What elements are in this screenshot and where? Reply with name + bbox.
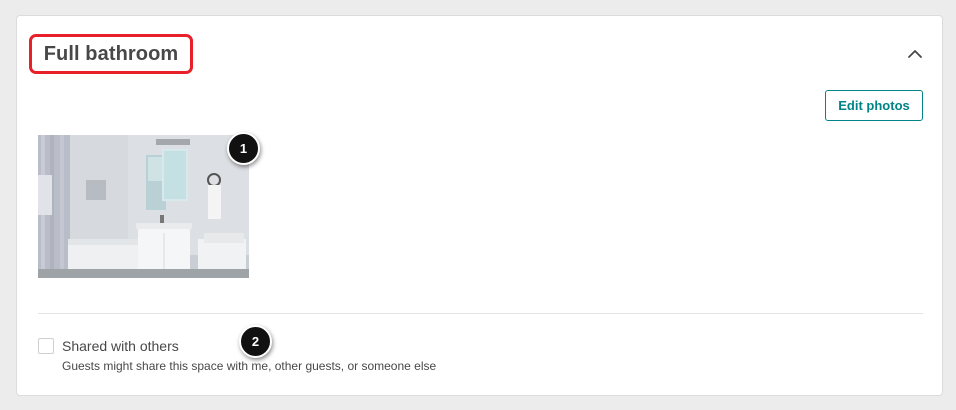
shared-help-text: Guests might share this space with me, o… <box>62 359 437 373</box>
shared-with-others-label[interactable]: Shared with others <box>62 338 179 354</box>
callout-badge-1: 1 <box>227 132 260 165</box>
room-card: Full bathroom Edit photos 1 Shared with … <box>16 15 943 396</box>
chevron-up-icon[interactable] <box>905 44 925 64</box>
callout-badge-2: 2 <box>239 325 272 358</box>
title-highlight: Full bathroom <box>29 34 193 74</box>
room-title: Full bathroom <box>43 42 179 65</box>
edit-photos-button[interactable]: Edit photos <box>825 90 923 121</box>
shared-with-others-checkbox[interactable] <box>38 338 54 354</box>
section-divider <box>38 313 923 314</box>
bathroom-photo[interactable] <box>38 135 249 278</box>
screenshot-canvas: Full bathroom Edit photos 1 Shared with … <box>0 0 956 410</box>
